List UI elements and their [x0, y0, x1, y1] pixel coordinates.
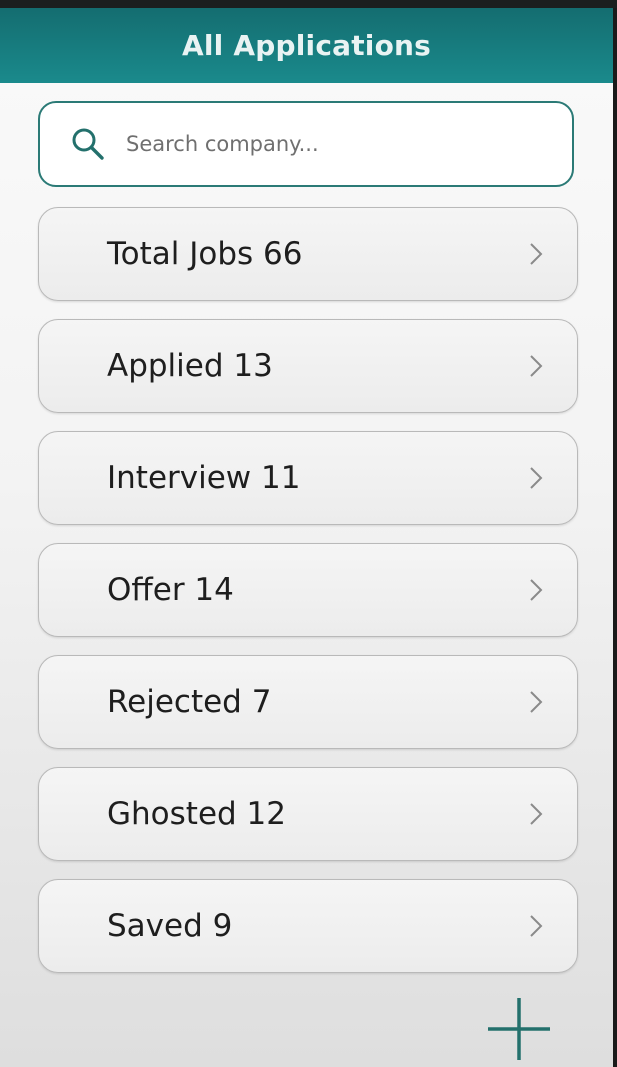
list-item-total-jobs[interactable]: Total Jobs 66 [38, 207, 578, 301]
list-item-label: Applied 13 [107, 348, 273, 384]
list-item-label: Saved 9 [107, 908, 233, 944]
status-strip [0, 0, 617, 8]
header-bar: All Applications [0, 8, 613, 83]
list-item-label: Ghosted 12 [107, 796, 286, 832]
chevron-right-icon [530, 579, 543, 601]
chevron-right-icon [530, 467, 543, 489]
list-item-label: Rejected 7 [107, 684, 272, 720]
chevron-right-icon [530, 691, 543, 713]
chevron-right-icon [530, 803, 543, 825]
screen: All Applications Total Jobs 66 Applied 1… [0, 0, 617, 1067]
page-title: All Applications [181, 29, 432, 62]
plus-icon [488, 998, 550, 1060]
search-input[interactable] [126, 132, 506, 156]
list-item-interview[interactable]: Interview 11 [38, 431, 578, 525]
chevron-right-icon [530, 243, 543, 265]
status-list: Total Jobs 66 Applied 13 Interview 11 Of… [38, 207, 578, 991]
chevron-right-icon [530, 915, 543, 937]
search-box[interactable] [38, 101, 574, 187]
list-item-label: Total Jobs 66 [107, 236, 303, 272]
chevron-right-icon [530, 355, 543, 377]
list-item-rejected[interactable]: Rejected 7 [38, 655, 578, 749]
list-item-label: Offer 14 [107, 572, 234, 608]
list-item-label: Interview 11 [107, 460, 301, 496]
add-application-button[interactable] [486, 996, 552, 1062]
search-icon [70, 126, 106, 162]
app-window: All Applications Total Jobs 66 Applied 1… [0, 8, 613, 1067]
list-item-applied[interactable]: Applied 13 [38, 319, 578, 413]
list-item-offer[interactable]: Offer 14 [38, 543, 578, 637]
list-item-saved[interactable]: Saved 9 [38, 879, 578, 973]
list-item-ghosted[interactable]: Ghosted 12 [38, 767, 578, 861]
